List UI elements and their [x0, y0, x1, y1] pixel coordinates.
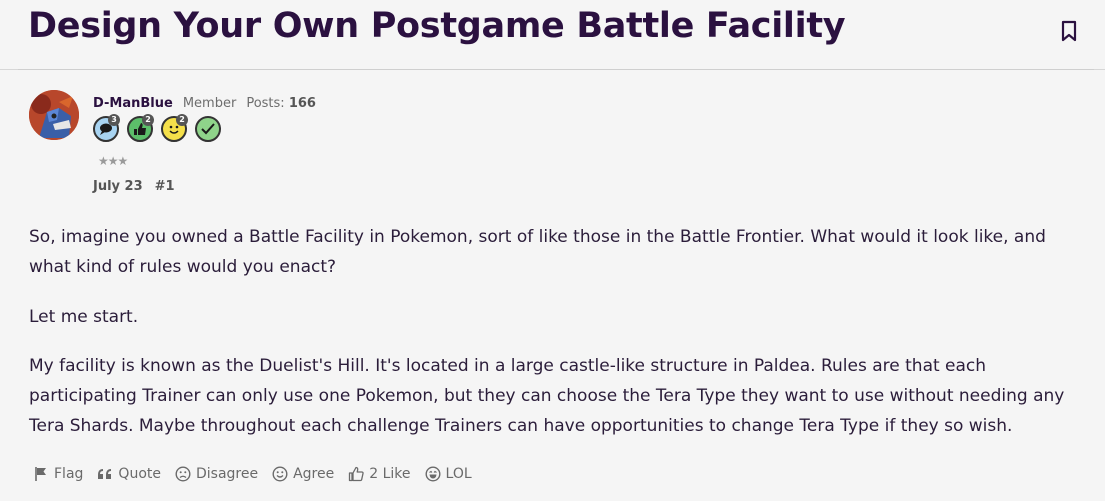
post-meta: July 23 #1	[93, 179, 175, 194]
user-role: Member	[182, 96, 237, 111]
lol-label: LOL	[445, 466, 472, 482]
username-link[interactable]: D-ManBlue	[93, 96, 173, 111]
flag-button[interactable]: Flag	[33, 466, 83, 482]
page-title: Design Your Own Postgame Battle Facility	[28, 6, 846, 46]
smile-icon	[272, 466, 288, 482]
user-rank-stars: ★★★	[98, 154, 128, 168]
divider	[18, 69, 1094, 70]
thread-header: Design Your Own Postgame Battle Facility	[0, 0, 1105, 70]
flag-label: Flag	[54, 466, 84, 482]
user-badges: 3 2 2	[93, 114, 221, 144]
badge-count: 2	[176, 114, 188, 126]
badge-count: 2	[142, 114, 154, 126]
frown-icon	[175, 466, 191, 482]
posts-count: 166	[288, 96, 316, 111]
post-paragraph: Let me start.	[29, 307, 139, 327]
quote-button[interactable]: Quote	[97, 466, 161, 482]
post-paragraph: My facility is known as the Duelist's Hi…	[29, 356, 1065, 436]
quote-icon	[97, 466, 113, 482]
like-label: 2 Like	[369, 466, 411, 482]
post-actions: Flag Quote Disagree Agree 2 Like LOL	[33, 466, 472, 482]
disagree-button[interactable]: Disagree	[175, 466, 258, 482]
smiley-icon[interactable]: 2	[161, 114, 188, 142]
agree-button[interactable]: Agree	[272, 466, 334, 482]
post-number[interactable]: #1	[155, 179, 175, 194]
checkmark-icon[interactable]	[195, 116, 221, 142]
agree-label: Agree	[293, 466, 335, 482]
badge-count: 3	[108, 114, 120, 126]
speech-bubble-icon[interactable]: 3	[93, 114, 120, 142]
posts-label: Posts:	[246, 96, 285, 111]
like-button[interactable]: 2 Like	[348, 466, 411, 482]
thumbs-up-icon	[348, 466, 364, 482]
thumbs-up-icon[interactable]: 2	[127, 114, 154, 142]
quote-label: Quote	[118, 466, 161, 482]
avatar[interactable]	[29, 90, 79, 140]
flag-icon	[33, 466, 49, 482]
post-paragraph: So, imagine you owned a Battle Facility …	[29, 227, 1046, 277]
post-author-line: D-ManBlue Member Posts: 166	[93, 96, 316, 111]
disagree-label: Disagree	[195, 466, 259, 482]
bookmark-icon[interactable]	[1060, 20, 1078, 42]
lol-button[interactable]: LOL	[425, 466, 472, 482]
post-date[interactable]: July 23	[93, 179, 143, 194]
laugh-icon	[425, 466, 441, 482]
